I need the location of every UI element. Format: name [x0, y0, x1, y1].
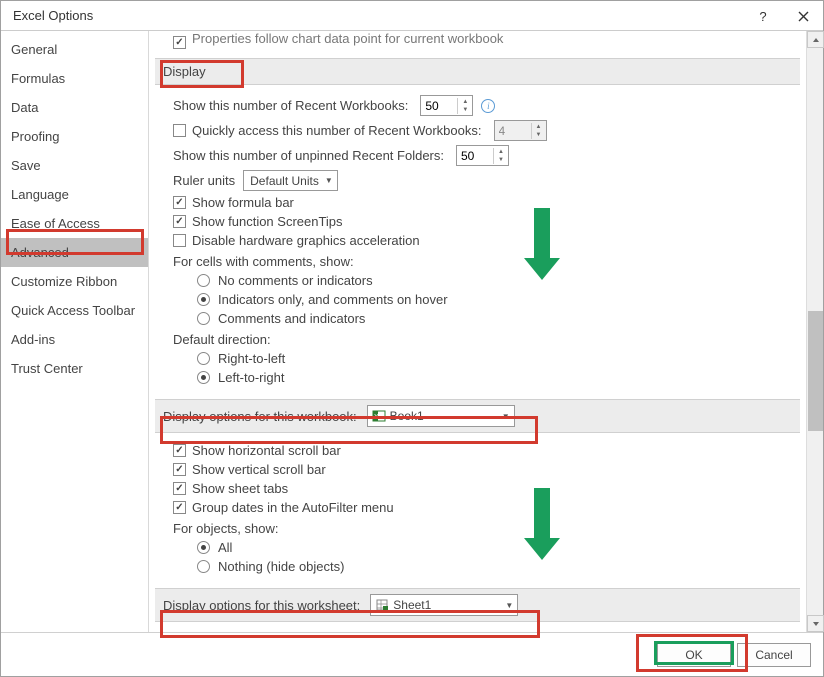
h-scroll-label: Show horizontal scroll bar — [192, 443, 341, 458]
comments-hover-label: Indicators only, and comments on hover — [218, 292, 448, 307]
recent-workbooks-input[interactable] — [421, 99, 457, 113]
comments-hover-radio[interactable] — [197, 293, 210, 306]
quick-access-recent-input — [495, 124, 531, 138]
sidebar-item-proofing[interactable]: Proofing — [1, 122, 148, 151]
worksheet-select-value: Sheet1 — [393, 598, 431, 612]
close-icon — [798, 11, 809, 22]
v-scroll-label: Show vertical scroll bar — [192, 462, 326, 477]
worksheet-select[interactable]: Sheet1 ▼ — [370, 594, 518, 616]
annotation-arrow-2 — [524, 488, 560, 560]
sidebar-item-formulas[interactable]: Formulas — [1, 64, 148, 93]
group-dates-checkbox[interactable] — [173, 501, 186, 514]
direction-rtl-radio[interactable] — [197, 352, 210, 365]
comments-both-label: Comments and indicators — [218, 311, 365, 326]
scroll-down-button[interactable] — [807, 615, 824, 632]
recent-folders-label: Show this number of unpinned Recent Fold… — [173, 148, 444, 163]
recent-workbooks-spinner[interactable]: ▲▼ — [420, 95, 473, 116]
direction-ltr-label: Left-to-right — [218, 370, 284, 385]
dialog-footer: OK Cancel — [1, 632, 823, 676]
objects-all-label: All — [218, 540, 232, 555]
chevron-down-icon: ▼ — [319, 176, 333, 185]
cancel-button[interactable]: Cancel — [737, 643, 811, 667]
help-button[interactable]: ? — [743, 1, 783, 31]
ruler-units-value: Default Units — [250, 174, 319, 188]
disable-hw-accel-checkbox[interactable] — [173, 234, 186, 247]
comments-both-radio[interactable] — [197, 312, 210, 325]
show-screentips-checkbox[interactable] — [173, 215, 186, 228]
sidebar-item-customize-ribbon[interactable]: Customize Ribbon — [1, 267, 148, 296]
close-button[interactable] — [783, 1, 823, 31]
display-section-header: Display — [155, 58, 800, 85]
show-formula-bar-checkbox[interactable] — [173, 196, 186, 209]
sheet-tabs-checkbox[interactable] — [173, 482, 186, 495]
recent-folders-input[interactable] — [457, 149, 493, 163]
worksheet-display-section-header: Display options for this worksheet: Shee… — [155, 588, 800, 622]
display-heading-text: Display — [163, 64, 206, 79]
comments-none-radio[interactable] — [197, 274, 210, 287]
worksheet-icon — [375, 598, 389, 612]
objects-show-label: For objects, show: — [173, 521, 792, 536]
scroll-thumb[interactable] — [808, 311, 823, 431]
sidebar-nav: General Formulas Data Proofing Save Lang… — [1, 31, 149, 632]
objects-none-radio[interactable] — [197, 560, 210, 573]
ruler-units-dropdown[interactable]: Default Units ▼ — [243, 170, 338, 191]
show-screentips-label: Show function ScreenTips — [192, 214, 343, 229]
annotation-arrow-1 — [524, 208, 560, 280]
sidebar-item-language[interactable]: Language — [1, 180, 148, 209]
quick-access-recent-label: Quickly access this number of Recent Wor… — [192, 123, 482, 138]
info-icon[interactable]: i — [481, 99, 495, 113]
ok-button[interactable]: OK — [657, 643, 731, 667]
recent-folders-spinner[interactable]: ▲▼ — [456, 145, 509, 166]
dialog-title: Excel Options — [9, 8, 93, 23]
titlebar: Excel Options ? — [1, 1, 823, 31]
ruler-units-label: Ruler units — [173, 173, 235, 188]
objects-none-label: Nothing (hide objects) — [218, 559, 344, 574]
sidebar-item-general[interactable]: General — [1, 35, 148, 64]
default-direction-label: Default direction: — [173, 332, 792, 347]
recent-workbooks-label: Show this number of Recent Workbooks: — [173, 98, 408, 113]
show-formula-bar-label: Show formula bar — [192, 195, 294, 210]
comments-show-label: For cells with comments, show: — [173, 254, 792, 269]
sidebar-item-data[interactable]: Data — [1, 93, 148, 122]
quick-access-recent-spinner: ▲▼ — [494, 120, 547, 141]
vertical-scrollbar[interactable] — [806, 31, 823, 632]
sidebar-item-ease-of-access[interactable]: Ease of Access — [1, 209, 148, 238]
direction-ltr-radio[interactable] — [197, 371, 210, 384]
quick-access-recent-checkbox[interactable] — [173, 124, 186, 137]
group-dates-label: Group dates in the AutoFilter menu — [192, 500, 394, 515]
worksheet-heading-text: Display options for this worksheet: — [163, 598, 360, 613]
v-scroll-checkbox[interactable] — [173, 463, 186, 476]
disable-hw-accel-label: Disable hardware graphics acceleration — [192, 233, 420, 248]
workbook-select-value: Book1 — [390, 409, 424, 423]
chart-data-point-checkbox[interactable] — [173, 36, 186, 49]
workbook-heading-text: Display options for this workbook: — [163, 409, 357, 424]
chevron-down-icon: ▼ — [496, 412, 510, 421]
chart-data-point-label: Properties follow chart data point for c… — [192, 31, 503, 46]
sidebar-item-add-ins[interactable]: Add-ins — [1, 325, 148, 354]
sidebar-item-quick-access-toolbar[interactable]: Quick Access Toolbar — [1, 296, 148, 325]
options-content: Properties follow chart data point for c… — [149, 31, 806, 632]
scroll-up-button[interactable] — [807, 31, 824, 48]
chevron-down-icon: ▼ — [499, 601, 513, 610]
sidebar-item-save[interactable]: Save — [1, 151, 148, 180]
workbook-select[interactable]: X Book1 ▼ — [367, 405, 515, 427]
sidebar-item-trust-center[interactable]: Trust Center — [1, 354, 148, 383]
excel-workbook-icon: X — [372, 409, 386, 423]
objects-all-radio[interactable] — [197, 541, 210, 554]
sidebar-item-advanced[interactable]: Advanced — [1, 238, 148, 267]
workbook-display-section-header: Display options for this workbook: X Boo… — [155, 399, 800, 433]
h-scroll-checkbox[interactable] — [173, 444, 186, 457]
svg-text:X: X — [374, 414, 379, 421]
sheet-tabs-label: Show sheet tabs — [192, 481, 288, 496]
direction-rtl-label: Right-to-left — [218, 351, 285, 366]
comments-none-label: No comments or indicators — [218, 273, 373, 288]
